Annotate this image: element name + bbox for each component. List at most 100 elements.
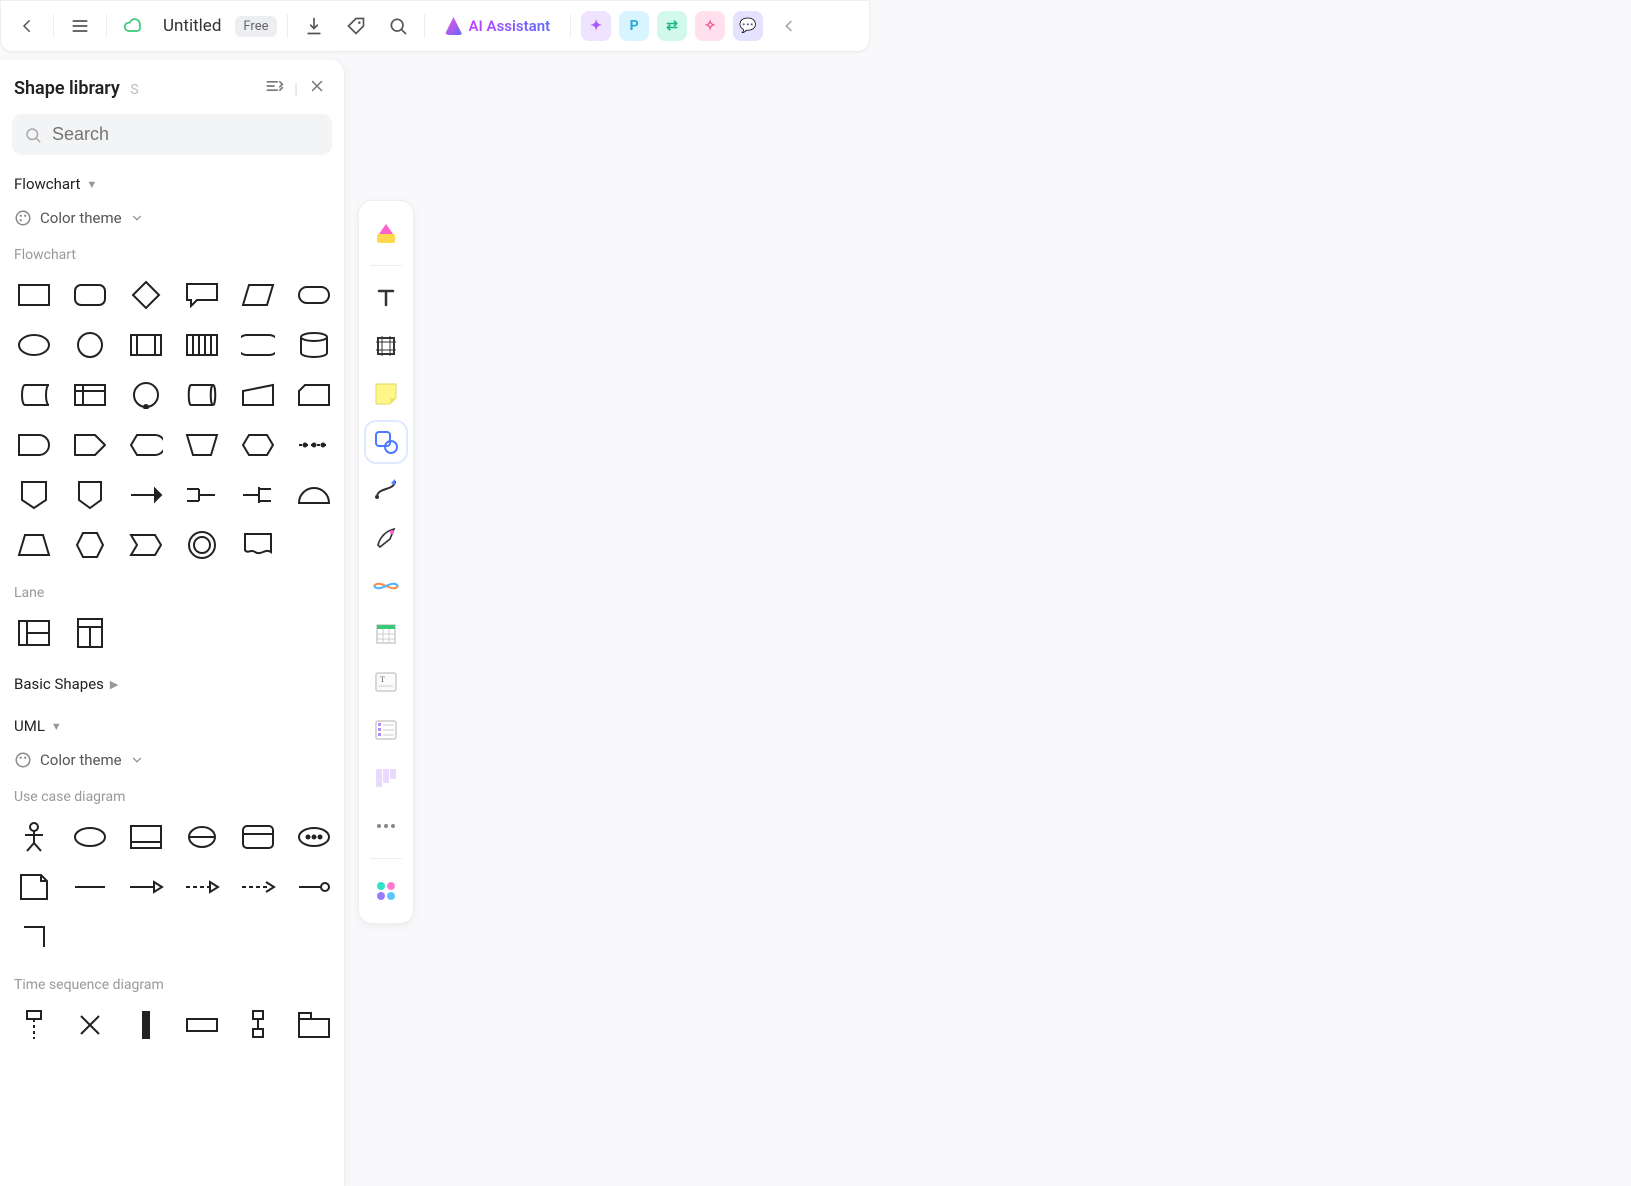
- shape-display-alt[interactable]: [236, 327, 280, 363]
- shape-decision[interactable]: [124, 277, 168, 313]
- shape-include[interactable]: [180, 869, 224, 905]
- shape-terminator[interactable]: [292, 277, 336, 313]
- category-flowchart[interactable]: Flowchart ▼: [0, 169, 344, 199]
- back-button[interactable]: [11, 10, 43, 42]
- tool-text-card[interactable]: T: [366, 662, 406, 702]
- shape-preparation[interactable]: [236, 427, 280, 463]
- shape-note[interactable]: [12, 869, 56, 905]
- close-panel-button[interactable]: [308, 77, 326, 99]
- shape-connector[interactable]: [124, 377, 168, 413]
- shape-semicircle[interactable]: [292, 477, 336, 513]
- category-basic-shapes[interactable]: Basic Shapes ▶: [0, 669, 344, 699]
- shape-package[interactable]: [292, 1007, 336, 1043]
- category-uml[interactable]: UML ▼: [0, 711, 344, 741]
- shape-internal-storage[interactable]: [180, 327, 224, 363]
- tool-sticky-note[interactable]: [366, 374, 406, 414]
- shape-offpage-connector[interactable]: [12, 477, 56, 513]
- shape-activation[interactable]: [124, 1007, 168, 1043]
- shape-circle[interactable]: [68, 327, 112, 363]
- shape-trapezoid[interactable]: [12, 527, 56, 563]
- cloud-sync-button[interactable]: [117, 10, 149, 42]
- menu-button[interactable]: [64, 10, 96, 42]
- shape-database[interactable]: [292, 327, 336, 363]
- canvas-node-process-5[interactable]: Process: [946, 860, 1116, 964]
- tool-mindmap[interactable]: [366, 566, 406, 606]
- separator: [287, 14, 288, 38]
- shape-process[interactable]: [12, 277, 56, 313]
- topbar-chip-4[interactable]: 💬: [733, 11, 763, 41]
- color-theme-button-uml[interactable]: Color theme: [0, 741, 344, 785]
- shape-data[interactable]: [236, 277, 280, 313]
- tag-button[interactable]: [340, 10, 372, 42]
- shape-document[interactable]: [236, 527, 280, 563]
- shape-arrow-right[interactable]: [124, 477, 168, 513]
- shape-direct-data[interactable]: [180, 377, 224, 413]
- tool-list[interactable]: [366, 710, 406, 750]
- topbar-chip-1[interactable]: P: [619, 11, 649, 41]
- shape-display[interactable]: [124, 427, 168, 463]
- shape-generalization[interactable]: [124, 869, 168, 905]
- tool-pen[interactable]: [366, 518, 406, 558]
- shape-internal-storage-2[interactable]: [68, 377, 112, 413]
- shape-manual-operation[interactable]: [180, 427, 224, 463]
- search-button[interactable]: [382, 10, 414, 42]
- shape-ellipsis[interactable]: [292, 427, 336, 463]
- shape-dots-ellipse[interactable]: [292, 819, 336, 855]
- tool-shapes-active[interactable]: [366, 422, 406, 462]
- canvas-node-process-3[interactable]: Process: [920, 402, 1090, 506]
- shape-component[interactable]: [124, 819, 168, 855]
- sort-button[interactable]: [264, 76, 284, 100]
- tool-frame[interactable]: [366, 326, 406, 366]
- shape-actor[interactable]: [12, 819, 56, 855]
- collapse-button[interactable]: [773, 10, 805, 42]
- shape-interface-circle[interactable]: [180, 819, 224, 855]
- tool-more[interactable]: [366, 806, 406, 846]
- tool-table[interactable]: [366, 614, 406, 654]
- shape-stored-data[interactable]: [12, 377, 56, 413]
- tool-apps[interactable]: [366, 871, 406, 911]
- shape-frame[interactable]: [236, 819, 280, 855]
- shape-destroy[interactable]: [68, 1007, 112, 1043]
- shape-predefined-process[interactable]: [124, 327, 168, 363]
- shape-hexagon[interactable]: [68, 527, 112, 563]
- chevron-left-icon: [781, 18, 797, 34]
- color-theme-button[interactable]: Color theme: [0, 199, 344, 243]
- shape-merge-input[interactable]: [180, 477, 224, 513]
- shape-ellipse[interactable]: [12, 327, 56, 363]
- shape-required-interface[interactable]: [292, 869, 336, 905]
- shape-delay[interactable]: [12, 427, 56, 463]
- topbar-chip-0[interactable]: ✦: [581, 11, 611, 41]
- shape-card[interactable]: [292, 377, 336, 413]
- shape-callout[interactable]: [180, 277, 224, 313]
- shape-vertical-lane[interactable]: [68, 615, 112, 651]
- topbar-chip-3[interactable]: ✧: [695, 11, 725, 41]
- shape-manual-input[interactable]: [236, 377, 280, 413]
- shape-delay-right[interactable]: [68, 427, 112, 463]
- shape-shield[interactable]: [68, 477, 112, 513]
- search-input[interactable]: [52, 124, 320, 145]
- download-button[interactable]: [298, 10, 330, 42]
- shape-extend[interactable]: [236, 869, 280, 905]
- shape-chevron[interactable]: [124, 527, 168, 563]
- shape-corner[interactable]: [12, 919, 56, 955]
- tool-kanban[interactable]: [366, 758, 406, 798]
- document-title[interactable]: Untitled: [159, 16, 225, 36]
- shape-lifeline[interactable]: [12, 1007, 56, 1043]
- shape-rounded-process[interactable]: [68, 277, 112, 313]
- topbar-chip-2[interactable]: ⇄: [657, 11, 687, 41]
- ai-assistant-button[interactable]: AI Assistant: [435, 11, 561, 41]
- shape-horizontal-lane[interactable]: [12, 615, 56, 651]
- shape-usecase-ellipse[interactable]: [68, 819, 112, 855]
- tool-text[interactable]: [366, 278, 406, 318]
- tool-template[interactable]: [366, 213, 406, 253]
- shape-double-circle[interactable]: [180, 527, 224, 563]
- shape-association[interactable]: [68, 869, 112, 905]
- shape-split-output[interactable]: [236, 477, 280, 513]
- canvas-node-process-rounded[interactable]: Process: [578, 146, 748, 250]
- shape-fragment[interactable]: [180, 1007, 224, 1043]
- tool-connector[interactable]: [366, 470, 406, 510]
- search-field[interactable]: [12, 114, 332, 155]
- canvas-node-decision[interactable]: Decision: [930, 646, 1110, 756]
- canvas-node-process-2[interactable]: Process: [578, 400, 748, 504]
- shape-combined-fragment[interactable]: [236, 1007, 280, 1043]
